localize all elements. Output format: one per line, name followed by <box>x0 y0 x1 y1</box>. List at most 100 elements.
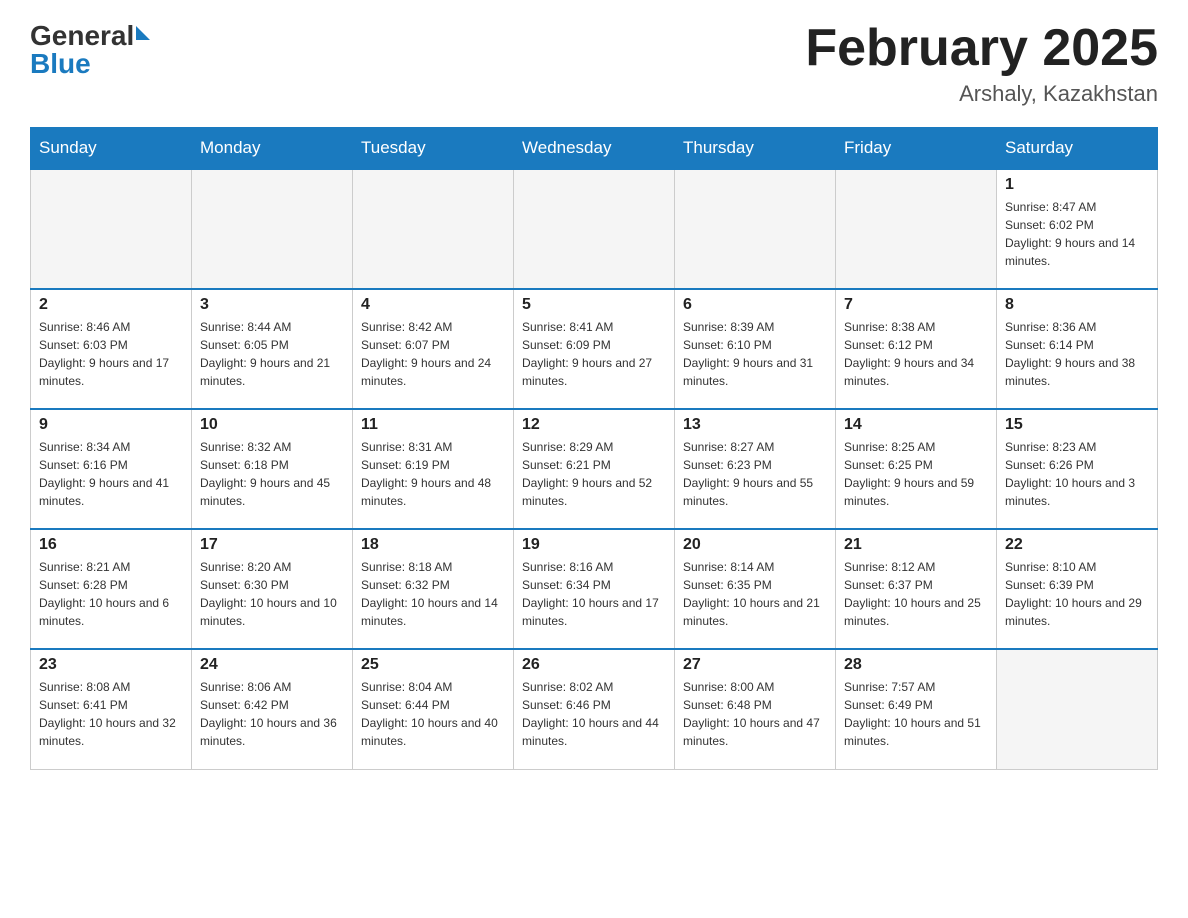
day-number: 2 <box>39 296 183 314</box>
day-number: 6 <box>683 296 827 314</box>
calendar-day: 27 Sunrise: 8:00 AMSunset: 6:48 PMDayligh… <box>675 649 836 769</box>
day-info: Sunrise: 8:10 AMSunset: 6:39 PMDaylight:… <box>1005 558 1149 630</box>
day-info: Sunrise: 8:47 AMSunset: 6:02 PMDaylight:… <box>1005 198 1149 270</box>
calendar-day <box>675 169 836 289</box>
day-info: Sunrise: 8:14 AMSunset: 6:35 PMDaylight:… <box>683 558 827 630</box>
day-info: Sunrise: 8:46 AMSunset: 6:03 PMDaylight:… <box>39 318 183 390</box>
day-info: Sunrise: 8:42 AMSunset: 6:07 PMDaylight:… <box>361 318 505 390</box>
day-number: 18 <box>361 536 505 554</box>
day-number: 5 <box>522 296 666 314</box>
day-info: Sunrise: 8:36 AMSunset: 6:14 PMDaylight:… <box>1005 318 1149 390</box>
calendar-day: 7Sunrise: 8:38 AMSunset: 6:12 PMDaylight… <box>836 289 997 409</box>
day-number: 27 <box>683 656 827 674</box>
day-number: 19 <box>522 536 666 554</box>
calendar-day: 14Sunrise: 8:25 AMSunset: 6:25 PMDayligh… <box>836 409 997 529</box>
calendar-day: 2 Sunrise: 8:46 AMSunset: 6:03 PMDaylight… <box>31 289 192 409</box>
calendar-day: 9 Sunrise: 8:34 AMSunset: 6:16 PMDaylight… <box>31 409 192 529</box>
day-number: 14 <box>844 416 988 434</box>
calendar-day: 15 Sunrise: 8:23 AMSunset: 6:26 PMDayligh… <box>997 409 1158 529</box>
calendar-table: Sunday Monday Tuesday Wednesday Thursday… <box>30 127 1158 770</box>
day-info: Sunrise: 8:41 AMSunset: 6:09 PMDaylight:… <box>522 318 666 390</box>
day-info: Sunrise: 8:31 AMSunset: 6:19 PMDaylight:… <box>361 438 505 510</box>
day-info: Sunrise: 8:20 AMSunset: 6:30 PMDaylight:… <box>200 558 344 630</box>
calendar-day: 8 Sunrise: 8:36 AMSunset: 6:14 PMDaylight… <box>997 289 1158 409</box>
day-number: 25 <box>361 656 505 674</box>
calendar-day: 28 Sunrise: 7:57 AMSunset: 6:49 PMDayligh… <box>836 649 997 769</box>
day-number: 16 <box>39 536 183 554</box>
calendar-day: 22 Sunrise: 8:10 AMSunset: 6:39 PMDayligh… <box>997 529 1158 649</box>
day-info: Sunrise: 8:18 AMSunset: 6:32 PMDaylight:… <box>361 558 505 630</box>
calendar-day: 1 Sunrise: 8:47 AMSunset: 6:02 PMDaylight… <box>997 169 1158 289</box>
calendar-day <box>31 169 192 289</box>
day-info: Sunrise: 8:34 AMSunset: 6:16 PMDaylight:… <box>39 438 183 510</box>
day-number: 26 <box>522 656 666 674</box>
page-header: General Blue February 2025 Arshaly, Kaza… <box>30 20 1158 107</box>
day-info: Sunrise: 8:21 AMSunset: 6:28 PMDaylight:… <box>39 558 183 630</box>
calendar-header-row: Sunday Monday Tuesday Wednesday Thursday… <box>31 128 1158 170</box>
day-number: 28 <box>844 656 988 674</box>
calendar-day <box>514 169 675 289</box>
calendar-day: 19 Sunrise: 8:16 AMSunset: 6:34 PMDayligh… <box>514 529 675 649</box>
calendar-day: 11 Sunrise: 8:31 AMSunset: 6:19 PMDayligh… <box>353 409 514 529</box>
day-number: 17 <box>200 536 344 554</box>
header-tuesday: Tuesday <box>353 128 514 170</box>
calendar-week-row: 23 Sunrise: 8:08 AMSunset: 6:41 PMDayligh… <box>31 649 1158 769</box>
title-block: February 2025 Arshaly, Kazakhstan <box>805 20 1158 107</box>
day-number: 13 <box>683 416 827 434</box>
day-info: Sunrise: 8:29 AMSunset: 6:21 PMDaylight:… <box>522 438 666 510</box>
calendar-day: 17 Sunrise: 8:20 AMSunset: 6:30 PMDayligh… <box>192 529 353 649</box>
calendar-day: 5 Sunrise: 8:41 AMSunset: 6:09 PMDaylight… <box>514 289 675 409</box>
calendar-day <box>192 169 353 289</box>
day-number: 8 <box>1005 296 1149 314</box>
day-info: Sunrise: 8:44 AMSunset: 6:05 PMDaylight:… <box>200 318 344 390</box>
calendar-week-row: 1 Sunrise: 8:47 AMSunset: 6:02 PMDaylight… <box>31 169 1158 289</box>
day-info: Sunrise: 8:04 AMSunset: 6:44 PMDaylight:… <box>361 678 505 750</box>
day-info: Sunrise: 8:16 AMSunset: 6:34 PMDaylight:… <box>522 558 666 630</box>
day-number: 3 <box>200 296 344 314</box>
calendar-day: 4Sunrise: 8:42 AMSunset: 6:07 PMDaylight… <box>353 289 514 409</box>
calendar-day: 24 Sunrise: 8:06 AMSunset: 6:42 PMDayligh… <box>192 649 353 769</box>
day-number: 21 <box>844 536 988 554</box>
logo: General Blue <box>30 20 150 80</box>
day-info: Sunrise: 8:23 AMSunset: 6:26 PMDaylight:… <box>1005 438 1149 510</box>
day-number: 23 <box>39 656 183 674</box>
day-info: Sunrise: 8:12 AMSunset: 6:37 PMDaylight:… <box>844 558 988 630</box>
day-number: 11 <box>361 416 505 434</box>
day-number: 20 <box>683 536 827 554</box>
location: Arshaly, Kazakhstan <box>805 81 1158 107</box>
calendar-day: 12 Sunrise: 8:29 AMSunset: 6:21 PMDayligh… <box>514 409 675 529</box>
day-number: 12 <box>522 416 666 434</box>
calendar-day: 6 Sunrise: 8:39 AMSunset: 6:10 PMDaylight… <box>675 289 836 409</box>
header-sunday: Sunday <box>31 128 192 170</box>
day-info: Sunrise: 8:39 AMSunset: 6:10 PMDaylight:… <box>683 318 827 390</box>
month-title: February 2025 <box>805 20 1158 77</box>
header-saturday: Saturday <box>997 128 1158 170</box>
day-info: Sunrise: 8:00 AMSunset: 6:48 PMDaylight:… <box>683 678 827 750</box>
calendar-day: 16 Sunrise: 8:21 AMSunset: 6:28 PMDayligh… <box>31 529 192 649</box>
header-thursday: Thursday <box>675 128 836 170</box>
calendar-day: 13Sunrise: 8:27 AMSunset: 6:23 PMDayligh… <box>675 409 836 529</box>
calendar-day: 26 Sunrise: 8:02 AMSunset: 6:46 PMDayligh… <box>514 649 675 769</box>
day-info: Sunrise: 8:06 AMSunset: 6:42 PMDaylight:… <box>200 678 344 750</box>
calendar-week-row: 2 Sunrise: 8:46 AMSunset: 6:03 PMDaylight… <box>31 289 1158 409</box>
calendar-day: 21 Sunrise: 8:12 AMSunset: 6:37 PMDayligh… <box>836 529 997 649</box>
day-number: 24 <box>200 656 344 674</box>
day-number: 22 <box>1005 536 1149 554</box>
day-info: Sunrise: 7:57 AMSunset: 6:49 PMDaylight:… <box>844 678 988 750</box>
calendar-day: 20 Sunrise: 8:14 AMSunset: 6:35 PMDayligh… <box>675 529 836 649</box>
day-number: 9 <box>39 416 183 434</box>
day-number: 10 <box>200 416 344 434</box>
day-info: Sunrise: 8:02 AMSunset: 6:46 PMDaylight:… <box>522 678 666 750</box>
calendar-day <box>353 169 514 289</box>
calendar-day: 10Sunrise: 8:32 AMSunset: 6:18 PMDayligh… <box>192 409 353 529</box>
day-number: 15 <box>1005 416 1149 434</box>
day-number: 1 <box>1005 176 1149 194</box>
day-info: Sunrise: 8:08 AMSunset: 6:41 PMDaylight:… <box>39 678 183 750</box>
calendar-day <box>997 649 1158 769</box>
logo-blue-text: Blue <box>30 48 150 80</box>
day-number: 7 <box>844 296 988 314</box>
calendar-day: 25 Sunrise: 8:04 AMSunset: 6:44 PMDayligh… <box>353 649 514 769</box>
logo-arrow-icon <box>136 26 150 40</box>
calendar-day <box>836 169 997 289</box>
calendar-week-row: 16 Sunrise: 8:21 AMSunset: 6:28 PMDayligh… <box>31 529 1158 649</box>
